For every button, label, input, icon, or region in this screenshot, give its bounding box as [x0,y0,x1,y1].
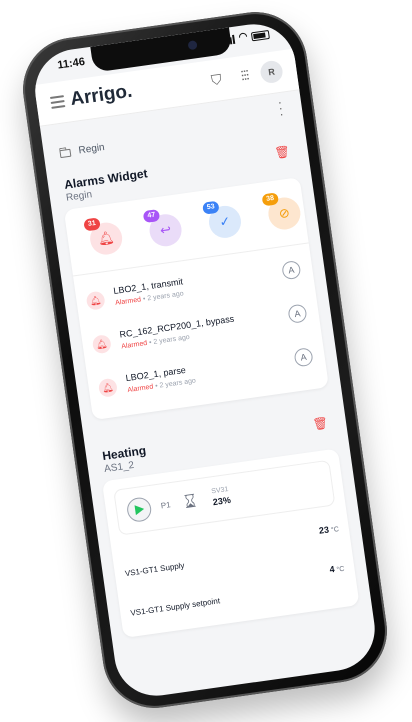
return-arrow-icon: ↩ [159,221,172,238]
breadcrumb[interactable]: Regin [59,142,105,159]
checkmark-icon: ✓ [218,213,232,230]
reading-value: 23°C [318,524,340,536]
camera-icon [187,40,198,51]
heating-controls: P1 ⌛︎ SV31 23% [113,459,336,536]
blocked-counter[interactable]: 38 ⊘ [261,192,303,232]
heating-card: P1 ⌛︎ SV31 23% 23°C VS1-GT1 Supply 4°C V… [101,448,360,638]
avatar[interactable]: R [259,59,284,85]
alarm-bell-icon: 🔔︎ [85,290,106,311]
acknowledge-button[interactable]: A [281,259,302,281]
returned-counter[interactable]: 47 ↩ [142,208,184,249]
alarmed-counter[interactable]: 31 🔔︎ [83,217,125,257]
breadcrumb-label: Regin [77,141,106,157]
brand-logo: Arrigo. [69,80,134,111]
folder-icon [59,148,72,158]
pump-label: P1 [160,500,172,511]
alarms-card: 31 🔔︎ 47 ↩ 53 ✓ 38 ⊘ 🔔︎ LBO2_1, transmit… [63,177,329,421]
phone-screen: 11:46 ◠ Arrigo. ⛉ ⫶⫶⫶ R · · · Regin Alarms [29,18,381,702]
valve-value: 23% [212,494,232,508]
alarm-bell-icon: 🔔︎ [91,334,112,355]
alarms-widget-title: Alarms Widget [63,166,149,192]
reading-value: 4°C [328,564,345,575]
status-time: 11:46 [56,55,86,72]
blocked-icon: ⊘ [277,204,291,222]
acknowledged-count-badge: 53 [202,200,220,215]
delete-widget-icon[interactable]: 🗑 [312,416,329,432]
alarm-counters: 31 🔔︎ 47 ↩ 53 ✓ 38 ⊘ [65,189,307,266]
delete-widget-icon[interactable]: 🗑 [274,144,291,160]
alarms-widget-subtitle: Regin [65,189,93,204]
phone-device: 11:46 ◠ Arrigo. ⛉ ⫶⫶⫶ R · · · Regin Alarms [16,5,394,715]
wifi-icon: ◠ [237,31,249,44]
reading-label: VS1-GT1 Supply [124,560,186,579]
alarmed-count-badge: 31 [83,217,101,232]
reading-label: VS1-GT1 Supply setpoint [129,596,221,618]
menu-icon[interactable] [49,95,66,109]
acknowledged-counter[interactable]: 53 ✓ [202,200,244,240]
acknowledge-button[interactable]: A [293,347,314,368]
alarm-bell-icon: 🔔︎ [97,377,119,398]
hourglass-icon: ⌛︎ [183,490,198,513]
blocked-count-badge: 38 [261,192,280,207]
pump-play-icon[interactable] [125,496,153,524]
more-options-icon[interactable]: · · · [276,95,285,121]
stage: 11:46 ◠ Arrigo. ⛉ ⫶⫶⫶ R · · · Regin Alarms [0,0,412,722]
returned-count-badge: 47 [142,208,161,224]
bell-icon: 🔔︎ [96,229,116,247]
valve-label: SV31 [210,486,229,496]
basket-icon[interactable]: ⛉ [210,71,223,89]
battery-icon [250,29,270,41]
acknowledge-button[interactable]: A [287,303,308,324]
filter-sliders-icon[interactable]: ⫶⫶⫶ [240,67,250,85]
